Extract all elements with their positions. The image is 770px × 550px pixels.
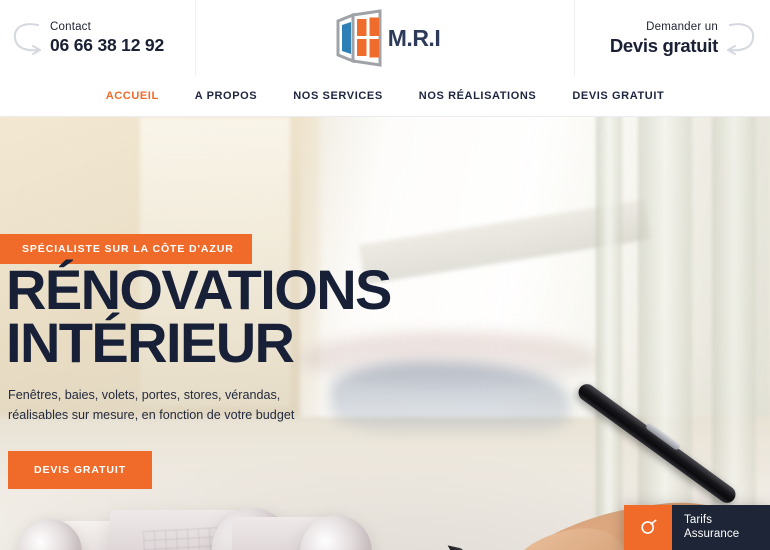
hero-subtitle-line-2: réalisables sur mesure, en fonction de v… [8,408,295,423]
open-door-window-icon [331,9,387,67]
widget-line-2: Assurance [684,527,740,540]
header-contact-block[interactable]: Contact 06 66 38 12 92 [0,0,196,76]
tarifs-assurance-label[interactable]: Tarifs Assurance [672,504,770,550]
hero-headline: RÉNOVATIONS INTÉRIEUR [6,262,392,374]
hero-headline-line-2: INTÉRIEUR [6,310,295,374]
circle-swirl-icon[interactable] [624,504,672,550]
site-header: Contact 06 66 38 12 92 M.R.I Demander un… [0,0,770,76]
quote-label: Demander un [646,20,718,33]
logo-text: M.R.I [387,24,441,51]
nav-item-devis-gratuit[interactable]: DEVIS GRATUIT [572,90,664,102]
header-quote-block[interactable]: Demander un Devis gratuit [575,0,770,76]
page-root: Contact 06 66 38 12 92 M.R.I Demander un… [0,0,770,550]
hero-content: SPÉCIALISTE SUR LA CÔTE D'AZUR RÉNOVATIO… [0,117,770,550]
contact-label: Contact [50,21,92,34]
contact-phone[interactable]: 06 66 38 12 92 [50,36,164,55]
hero-subtitle: Fenêtres, baies, volets, portes, stores,… [8,385,294,426]
site-logo[interactable]: M.R.I [196,0,575,76]
hero-cta-devis-gratuit[interactable]: DEVIS GRATUIT [8,451,153,489]
nav-item-nos-services[interactable]: NOS SERVICES [293,90,383,102]
widget-line-1: Tarifs [684,513,713,526]
quote-title[interactable]: Devis gratuit [610,35,718,55]
nav-item-accueil[interactable]: ACCUEIL [106,90,159,102]
curved-arrow-right-icon [8,16,48,60]
nav-item-a-propos[interactable]: A PROPOS [195,90,257,102]
hero-subtitle-line-1: Fenêtres, baies, volets, portes, stores,… [8,388,281,402]
tarifs-assurance-widget[interactable]: Tarifs Assurance [624,504,770,550]
nav-item-nos-realisations[interactable]: NOS RÉALISATIONS [419,90,537,102]
hero-section: SPÉCIALISTE SUR LA CÔTE D'AZUR RÉNOVATIO… [0,117,770,550]
main-navigation: ACCUEIL A PROPOS NOS SERVICES NOS RÉALIS… [0,76,770,117]
curved-arrow-left-icon [720,16,760,60]
